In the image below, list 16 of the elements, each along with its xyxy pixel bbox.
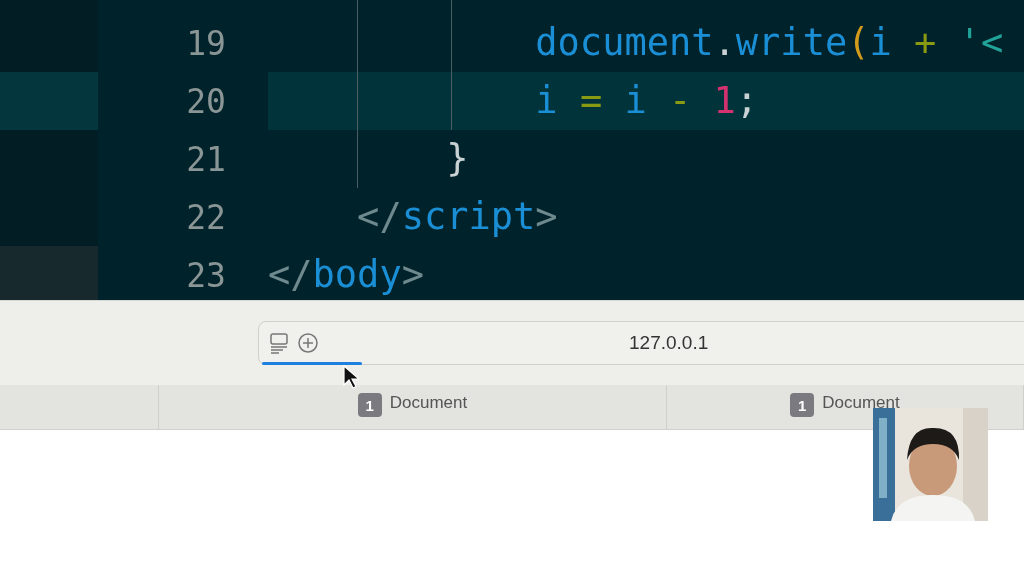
cursor-icon: [343, 365, 359, 389]
line-number: 19: [185, 23, 226, 63]
code-line: i = i - 1;: [534, 78, 759, 124]
code-line: document.write(i + '<: [534, 20, 1004, 66]
line-number: 21: [185, 139, 226, 179]
url-text: 127.0.0.1: [629, 332, 709, 354]
line-number: 22: [185, 197, 226, 237]
sidebar-icon[interactable]: [269, 332, 289, 354]
address-bar[interactable]: 127.0.0.1: [258, 321, 1024, 365]
line-number: 20: [185, 81, 226, 121]
code-line: </body>: [268, 252, 424, 298]
code-line: </script>: [356, 194, 558, 240]
line-number: 23: [185, 255, 226, 295]
add-icon[interactable]: [297, 332, 319, 354]
browser-tab[interactable]: 1 Document: [159, 385, 667, 429]
code-line: }: [445, 136, 469, 182]
